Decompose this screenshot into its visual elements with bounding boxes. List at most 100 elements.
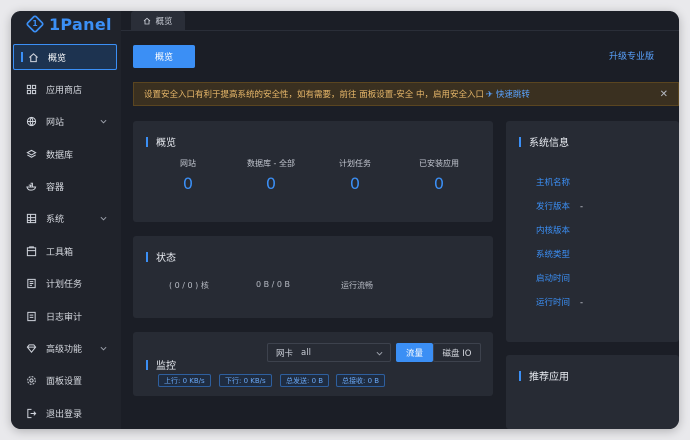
grid-icon	[26, 84, 37, 95]
sidebar-item-label: 高级功能	[46, 345, 83, 356]
disk-io-toggle[interactable]: 磁盘 IO	[433, 343, 481, 362]
sysinfo-kernel: 内核版本	[536, 224, 580, 236]
sidebar-item-label: 应用商店	[46, 85, 83, 96]
globe-icon	[26, 116, 37, 127]
card-title-text: 监控	[156, 361, 176, 372]
download-rate-chip: 下行: 0 KB/s	[219, 374, 272, 387]
sysinfo-distro: 发行版本 -	[536, 200, 583, 212]
sidebar-item-website[interactable]: 网站	[13, 109, 117, 135]
sidebar-item-advanced[interactable]: 高级功能	[13, 336, 117, 362]
stat-label: 已安装应用	[419, 159, 459, 168]
title-accent	[519, 370, 521, 381]
chevron-down-icon	[100, 346, 107, 351]
close-icon[interactable]: ✕	[660, 89, 668, 100]
tab-bar: 概览	[121, 11, 679, 31]
sidebar-item-system[interactable]: 系统	[13, 206, 117, 232]
sysinfo-value: -	[580, 202, 584, 212]
toolbox-icon	[26, 246, 37, 257]
sidebar-item-appstore[interactable]: 应用商店	[13, 76, 117, 102]
security-notice: 设置安全入口有利于提高系统的安全性，如有需要，前往 面板设置-安全 中，启用安全…	[133, 82, 679, 106]
sidebar-item-label: 面板设置	[46, 377, 83, 388]
quick-jump-label: 快速跳转	[495, 90, 530, 100]
logo[interactable]: 1 1Panel	[25, 13, 112, 35]
sysinfo-card: 系统信息 主机名称 发行版本 - 内核版本 系统类型 启动时间 运行时间 -	[506, 121, 679, 342]
sidebar-item-container[interactable]: 容器	[13, 174, 117, 200]
sidebar-item-database[interactable]: 数据库	[13, 141, 117, 167]
task-icon	[26, 278, 37, 289]
status-memory: 0 B / 0 B	[256, 280, 291, 289]
chevron-down-icon	[100, 119, 107, 124]
sidebar-item-label: 系统	[46, 215, 65, 226]
logout-icon	[26, 408, 37, 419]
title-accent	[519, 136, 521, 147]
card-title-text: 状态	[156, 253, 176, 264]
sysinfo-value: -	[580, 298, 584, 308]
total-received-chip: 总接收: 0 B	[336, 374, 386, 387]
status-load: 运行流畅	[341, 281, 373, 290]
total-sent-chip: 总发送: 0 B	[280, 374, 330, 387]
logo-text: 1Panel	[49, 14, 112, 34]
active-indicator	[21, 52, 23, 62]
tab-label: 概览	[155, 17, 173, 27]
sysinfo-boot-time: 启动时间	[536, 272, 580, 284]
server-icon	[26, 213, 37, 224]
status-card: 状态 ( 0 / 0 ) 核 0 B / 0 B 运行流畅	[133, 236, 493, 318]
nic-label: 网卡	[276, 348, 294, 359]
stat-databases[interactable]: 数据库 - 全部 0	[241, 158, 301, 193]
overview-card: 概览 网站 0 数据库 - 全部 0 计划任务 0 已安装应用 0	[133, 121, 493, 222]
sysinfo-label: 内核版本	[536, 226, 571, 236]
nic-value: all	[301, 347, 311, 358]
title-accent	[146, 136, 148, 147]
stat-apps[interactable]: 已安装应用 0	[409, 158, 469, 193]
sidebar-nav: 概览 应用商店 网站 数据库 容器 系统 工具箱 计划任务 日志审计 高级功能 …	[13, 44, 117, 429]
sidebar-item-overview[interactable]: 概览	[13, 44, 117, 70]
card-title-text: 推荐应用	[529, 372, 569, 383]
page-header: 概览 升级专业版	[121, 31, 679, 83]
status-cpu: ( 0 / 0 ) 核	[169, 281, 209, 290]
quick-jump-link[interactable]: ✈ 快速跳转	[486, 88, 530, 100]
stat-value: 0	[265, 174, 277, 193]
docker-icon	[26, 181, 37, 192]
sidebar-item-logs[interactable]: 日志审计	[13, 303, 117, 329]
app-window: 1 1Panel 概览 应用商店 网站 数据库 容器 系统 工具箱 计划任务 日…	[11, 11, 679, 429]
layers-icon	[26, 149, 37, 160]
sidebar-item-logout[interactable]: 退出登录	[13, 400, 117, 426]
sysinfo-label: 运行时间	[536, 298, 571, 308]
sidebar-item-tasks[interactable]: 计划任务	[13, 271, 117, 297]
sidebar-item-toolbox[interactable]: 工具箱	[13, 238, 117, 264]
stat-value: 0	[433, 174, 445, 193]
stat-label: 网站	[180, 159, 196, 168]
title-accent	[146, 251, 148, 262]
chevron-down-icon	[376, 351, 383, 356]
stat-value: 0	[182, 174, 194, 193]
sysinfo-label: 发行版本	[536, 202, 571, 212]
sysinfo-label: 系统类型	[536, 250, 571, 260]
sidebar-item-label: 计划任务	[46, 280, 83, 291]
sysinfo-label: 主机名称	[536, 178, 571, 188]
title-accent	[146, 359, 148, 370]
tab-overview[interactable]: 概览	[131, 11, 185, 31]
stat-cron[interactable]: 计划任务 0	[325, 158, 385, 193]
stat-websites[interactable]: 网站 0	[158, 158, 218, 193]
card-title-text: 概览	[156, 138, 176, 149]
stat-value: 0	[349, 174, 361, 193]
upgrade-pro-link[interactable]: 升级专业版	[609, 49, 654, 62]
sysinfo-uptime: 运行时间 -	[536, 296, 583, 308]
traffic-toggle[interactable]: 流量	[396, 343, 433, 362]
sysinfo-hostname: 主机名称	[536, 176, 580, 188]
nic-select[interactable]: 网卡 all	[267, 343, 391, 362]
recommend-card: 推荐应用	[506, 355, 679, 429]
notice-text: 设置安全入口有利于提高系统的安全性，如有需要，前往 面板设置-安全 中，启用安全…	[144, 90, 484, 100]
sysinfo-title: 系统信息	[519, 134, 569, 149]
chevron-down-icon	[100, 216, 107, 221]
sidebar-item-label: 退出登录	[46, 409, 83, 420]
sidebar-item-settings[interactable]: 面板设置	[13, 368, 117, 394]
overview-button[interactable]: 概览	[133, 45, 195, 68]
sidebar-item-label: 数据库	[46, 150, 74, 161]
log-icon	[26, 311, 37, 322]
sidebar-item-label: 容器	[46, 183, 65, 194]
home-icon	[144, 17, 151, 25]
sidebar-item-label: 网站	[46, 118, 65, 129]
overview-title: 概览	[146, 134, 176, 149]
sidebar-item-label: 概览	[48, 53, 67, 64]
